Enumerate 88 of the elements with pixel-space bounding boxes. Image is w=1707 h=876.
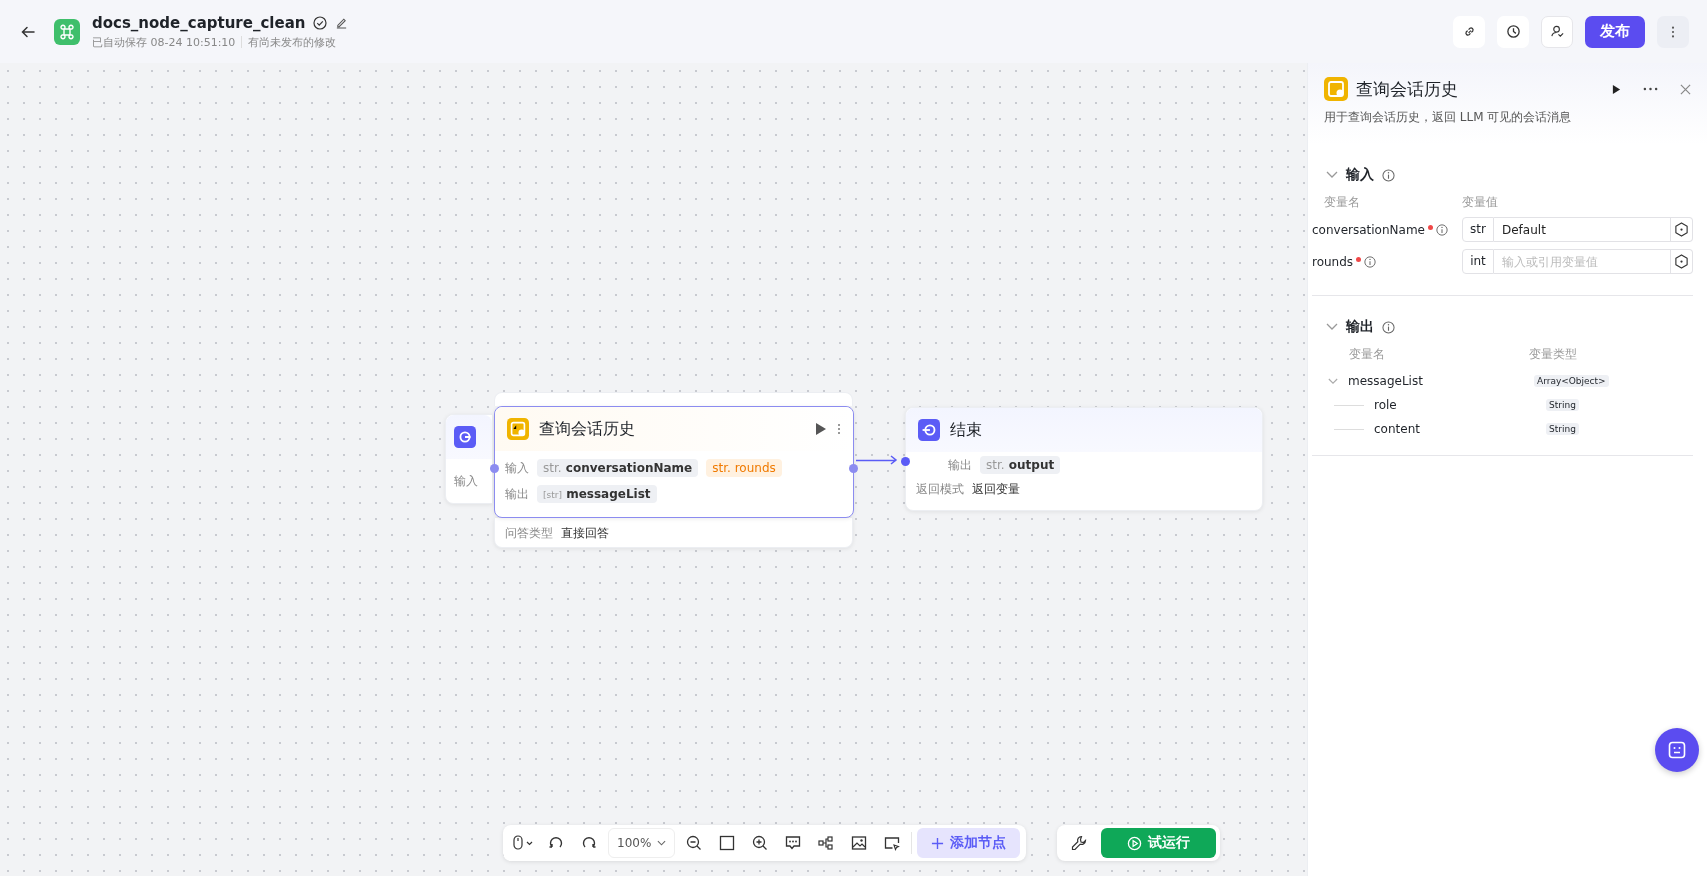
field-value: 直接回答 bbox=[561, 525, 609, 541]
reference-button[interactable] bbox=[1671, 249, 1693, 274]
variable-tag: str. conversationName bbox=[537, 459, 699, 477]
check-circle-icon bbox=[313, 15, 328, 30]
undo-icon bbox=[548, 835, 564, 851]
redo-icon bbox=[581, 835, 597, 851]
column-header: 变量类型 bbox=[1529, 346, 1577, 363]
hexagon-icon bbox=[1674, 254, 1689, 269]
column-header: 变量名 bbox=[1348, 346, 1386, 363]
status-text: 有尚未发布的修改 bbox=[248, 34, 337, 50]
type-label: int bbox=[1462, 249, 1494, 274]
history-button[interactable] bbox=[1497, 15, 1529, 48]
field-label: 输出 bbox=[948, 456, 972, 474]
answer-node[interactable]: 问答类型 直接回答 bbox=[494, 518, 853, 548]
zoom-out-icon bbox=[686, 835, 703, 851]
section-title: 输出 bbox=[1346, 318, 1374, 336]
play-circle-icon bbox=[1127, 835, 1142, 851]
port-dot[interactable] bbox=[849, 464, 858, 473]
layout-icon bbox=[818, 835, 835, 851]
collaborator-button[interactable] bbox=[1541, 15, 1573, 48]
add-node-button[interactable]: 添加节点 bbox=[917, 828, 1021, 858]
node-title: 查询会话历史 bbox=[539, 418, 635, 440]
panel-description: 用于查询会话历史，返回 LLM 可见的会话消息 bbox=[1324, 109, 1573, 126]
link-button[interactable] bbox=[1453, 15, 1485, 48]
variable-tag: str. rounds bbox=[706, 459, 782, 477]
publish-button[interactable]: 发布 bbox=[1585, 15, 1645, 48]
variable-name: conversationName bbox=[1312, 222, 1425, 237]
field-label: 问答类型 bbox=[505, 525, 553, 541]
info-icon[interactable] bbox=[1382, 168, 1395, 182]
chevron-icon[interactable] bbox=[1326, 323, 1338, 331]
more-icon[interactable] bbox=[1643, 87, 1658, 91]
autosave-text: 已自动保存 08-24 10:51:10 bbox=[92, 34, 236, 50]
section-title: 输入 bbox=[1346, 166, 1374, 184]
reference-button[interactable] bbox=[1671, 217, 1693, 242]
info-icon[interactable] bbox=[1364, 255, 1377, 268]
value-input-field[interactable]: 输入或引用变量值 bbox=[1494, 249, 1671, 274]
play-icon[interactable] bbox=[815, 422, 827, 436]
variable-name: messageList bbox=[1348, 374, 1423, 388]
type-tag: String bbox=[1546, 399, 1579, 411]
app-logo-icon bbox=[54, 18, 80, 45]
history-node-icon bbox=[1324, 77, 1348, 101]
panel-title: 查询会话历史 bbox=[1356, 77, 1458, 101]
variable-name: role bbox=[1374, 398, 1397, 412]
mouse-icon bbox=[512, 835, 534, 851]
chevron-icon[interactable] bbox=[1326, 171, 1338, 179]
variable-tag: [str] messageList bbox=[537, 485, 657, 503]
type-label: str bbox=[1462, 217, 1494, 242]
field-label: 输出 bbox=[505, 485, 529, 503]
connection-arrow bbox=[856, 454, 900, 466]
variable-name: content bbox=[1374, 422, 1420, 436]
image-icon bbox=[851, 835, 868, 851]
start-node[interactable]: 输入 bbox=[445, 414, 493, 504]
field-value: 返回变量 bbox=[972, 480, 1020, 498]
caret-icon bbox=[657, 840, 667, 846]
type-tag: String bbox=[1546, 423, 1579, 435]
robot-icon bbox=[1667, 740, 1687, 760]
field-label: 返回模式 bbox=[916, 480, 964, 498]
more-icon bbox=[1671, 24, 1675, 39]
node-title: 结束 bbox=[950, 419, 982, 441]
type-tag: Array<Object> bbox=[1534, 375, 1609, 387]
port-dot[interactable] bbox=[901, 457, 910, 466]
start-node-icon bbox=[454, 426, 476, 448]
info-icon[interactable] bbox=[1435, 223, 1448, 236]
column-header: 变量值 bbox=[1462, 194, 1498, 211]
zoom-in-icon bbox=[752, 835, 769, 851]
square-icon bbox=[719, 835, 736, 851]
hexagon-icon bbox=[1674, 222, 1689, 237]
close-icon[interactable] bbox=[1680, 83, 1691, 95]
edit-icon[interactable] bbox=[335, 16, 349, 29]
workflow-title: docs_node_capture_clean bbox=[92, 13, 306, 32]
end-node-icon bbox=[918, 419, 940, 441]
plus-icon bbox=[931, 836, 945, 850]
field-label: 输入 bbox=[454, 473, 479, 490]
port-dot[interactable] bbox=[490, 464, 499, 473]
info-icon[interactable] bbox=[1382, 320, 1395, 334]
column-header: 变量名 bbox=[1323, 194, 1361, 211]
value-input-field[interactable]: Default bbox=[1494, 217, 1671, 242]
play-icon[interactable] bbox=[1612, 83, 1621, 95]
user-icon bbox=[1549, 24, 1565, 39]
variable-tag: str. output bbox=[980, 456, 1061, 474]
comment-icon bbox=[785, 835, 802, 851]
variable-name: rounds bbox=[1312, 254, 1354, 269]
history-node-icon bbox=[507, 418, 529, 440]
wrench-icon bbox=[1071, 835, 1087, 851]
field-label: 输入 bbox=[505, 459, 529, 477]
minimap-icon bbox=[884, 835, 901, 851]
clock-icon bbox=[1505, 24, 1521, 39]
zoom-select[interactable]: 100% bbox=[608, 828, 676, 858]
